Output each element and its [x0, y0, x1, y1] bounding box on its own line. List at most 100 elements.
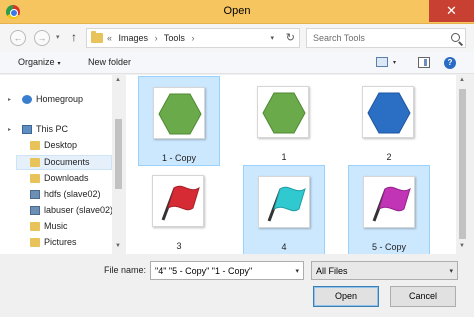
sidebar-item-label: Downloads — [44, 173, 89, 183]
file-name: 1 — [281, 152, 287, 162]
sidebar-item-label: Pictures — [44, 237, 77, 247]
file-name-value[interactable]: "4" "5 - Copy" "1 - Copy" — [155, 266, 252, 276]
preview-pane-icon[interactable] — [418, 57, 430, 68]
file-thumbnail — [257, 86, 309, 138]
sidebar-item-label: Documents — [44, 157, 90, 167]
sidebar-item-pictures[interactable]: Pictures — [0, 236, 112, 251]
navigation-bar: ← → ▾ ↑ « Images › Tools › ▾ ↻ Search To… — [0, 24, 474, 52]
network-user-icon — [30, 206, 40, 215]
window-title: Open — [223, 5, 251, 17]
red-flag-icon — [161, 185, 200, 221]
sidebar-item-labuser[interactable]: labuser (slave02) — [0, 204, 114, 219]
folder-icon — [91, 31, 103, 43]
close-button[interactable]: ✕ — [429, 0, 474, 22]
expand-arrow-icon[interactable]: ▸ — [8, 96, 11, 103]
sidebar-item-hdfs[interactable]: hdfs (slave02) — [0, 188, 112, 203]
sidebar-item-label: This PC — [36, 124, 69, 134]
back-button[interactable]: ← — [10, 30, 26, 46]
sidebar-item-label: Music — [44, 221, 68, 231]
file-name-label: File name: — [104, 265, 147, 275]
open-button[interactable]: Open — [313, 286, 379, 307]
chevron-down-icon: ▾ — [57, 61, 61, 67]
cancel-button[interactable]: Cancel — [390, 286, 456, 307]
cyan-flag-icon — [267, 186, 306, 222]
breadcrumb: « Images › Tools › — [107, 33, 198, 43]
file-item-3[interactable]: 3 — [138, 165, 220, 255]
expand-arrow-icon[interactable]: ▸ — [8, 126, 11, 133]
change-view-icon[interactable] — [376, 57, 388, 67]
recent-locations-dropdown[interactable]: ▾ — [56, 33, 60, 41]
music-folder-icon — [30, 222, 40, 231]
scroll-down-arrow-icon[interactable]: ▼ — [459, 243, 465, 249]
search-box[interactable]: Search Tools — [306, 28, 466, 48]
forward-button[interactable]: → — [34, 30, 50, 46]
scroll-up-arrow-icon[interactable]: ▲ — [115, 77, 121, 83]
breadcrumb-separator[interactable]: › — [155, 33, 158, 43]
scroll-up-arrow-icon[interactable]: ▲ — [459, 77, 465, 83]
file-item-4[interactable]: 4 — [243, 165, 325, 255]
chevron-down-icon[interactable]: ▾ — [449, 267, 453, 275]
file-name: 1 - Copy — [161, 153, 196, 163]
title-bar: Open ✕ — [0, 0, 474, 24]
file-thumbnail — [362, 86, 414, 138]
search-input[interactable]: Search Tools — [313, 33, 365, 43]
file-thumbnail — [153, 87, 205, 139]
search-icon[interactable] — [451, 33, 460, 42]
sidebar-item-music[interactable]: Music — [0, 220, 112, 235]
breadcrumb-images[interactable]: Images — [119, 33, 149, 43]
sidebar-item-this-pc[interactable]: ▸ This PC — [0, 123, 112, 138]
magenta-flag-icon — [372, 186, 411, 222]
address-bar[interactable]: « Images › Tools › ▾ ↻ — [86, 28, 300, 48]
address-dropdown-icon[interactable]: ▾ — [270, 34, 274, 42]
file-thumbnail — [363, 176, 415, 228]
folder-icon — [30, 238, 40, 247]
blue-hexagon-icon — [367, 92, 411, 134]
file-thumbnail — [258, 176, 310, 228]
sidebar-item-label: labuser (slave02) — [44, 205, 114, 215]
sidebar-scrollbar[interactable]: ▲ ▼ — [112, 75, 125, 254]
navigation-pane: ▸ Homegroup ▸ This PC Desktop Documents … — [0, 75, 125, 254]
sidebar-item-label: hdfs (slave02) — [44, 189, 101, 199]
file-list: 1 - Copy 1 2 3 4 5 - Copy — [126, 75, 456, 255]
scrollbar-thumb[interactable] — [459, 89, 466, 239]
file-list-scrollbar[interactable]: ▲ ▼ — [456, 75, 469, 254]
computer-icon — [22, 125, 32, 134]
file-name: 4 — [281, 242, 287, 252]
file-name: 5 - Copy — [371, 242, 406, 252]
homegroup-icon — [22, 95, 32, 104]
file-name: 3 — [176, 241, 182, 251]
sidebar-item-documents[interactable]: Documents — [16, 155, 112, 170]
breadcrumb-overflow[interactable]: « — [107, 33, 112, 43]
organize-button[interactable]: Organize ▾ — [18, 57, 61, 67]
green-hexagon-icon — [158, 93, 202, 135]
chevron-down-icon[interactable]: ▾ — [295, 267, 299, 275]
file-item-1-copy[interactable]: 1 - Copy — [138, 76, 220, 166]
file-item-1[interactable]: 1 — [243, 76, 325, 166]
breadcrumb-tools[interactable]: Tools — [164, 33, 185, 43]
sidebar-item-label: Desktop — [44, 140, 78, 150]
organize-label: Organize — [18, 57, 55, 67]
scroll-down-arrow-icon[interactable]: ▼ — [115, 243, 121, 249]
folder-icon — [30, 141, 40, 150]
breadcrumb-separator[interactable]: › — [191, 33, 194, 43]
file-name: 2 — [386, 152, 392, 162]
file-item-5-copy[interactable]: 5 - Copy — [348, 165, 430, 255]
up-button[interactable]: ↑ — [71, 30, 77, 44]
file-thumbnail — [152, 175, 204, 227]
help-icon[interactable]: ? — [444, 57, 456, 69]
green-hexagon-icon — [262, 92, 306, 134]
view-options-dropdown[interactable]: ▾ — [393, 59, 396, 66]
sidebar-item-downloads[interactable]: Downloads — [0, 172, 112, 187]
folder-icon — [30, 174, 40, 183]
new-folder-button[interactable]: New folder — [88, 57, 131, 67]
file-type-value: All Files — [316, 266, 348, 276]
sidebar-item-label: Homegroup — [36, 94, 84, 104]
file-item-2[interactable]: 2 — [348, 76, 430, 166]
sidebar-item-desktop[interactable]: Desktop — [0, 139, 112, 154]
file-name-field[interactable]: "4" "5 - Copy" "1 - Copy" ▾ — [150, 261, 304, 280]
refresh-icon[interactable]: ↻ — [286, 31, 295, 44]
scrollbar-thumb[interactable] — [115, 119, 122, 189]
command-bar: Organize ▾ New folder ▾ ? — [0, 52, 474, 74]
file-type-select[interactable]: All Files ▾ — [311, 261, 458, 280]
sidebar-item-homegroup[interactable]: ▸ Homegroup — [0, 93, 112, 108]
